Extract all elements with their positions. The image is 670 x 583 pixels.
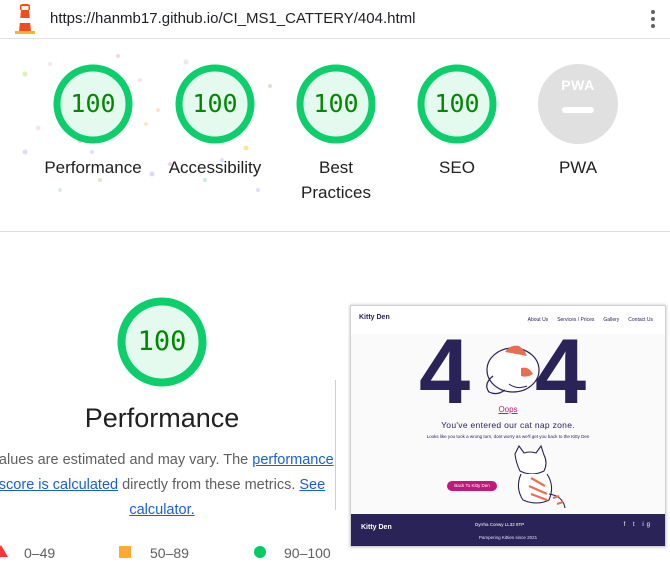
category-label: Performance: [44, 158, 142, 177]
score-gauge: 100: [417, 64, 497, 144]
report-header: https://hanmb17.github.io/CI_MS1_CATTERY…: [0, 0, 670, 39]
screenshot-back-button: Back To Kitty Den: [447, 481, 497, 491]
screenshot-footer: Kitty Den Dyrrha Conwy LL32 8TP f t ig P…: [351, 514, 665, 546]
waving-cat-illustration: [514, 444, 566, 509]
legend-pass: 90–100: [284, 545, 331, 561]
performance-title: Performance: [84, 403, 240, 433]
pwa-badge: PWA: [538, 64, 618, 144]
performance-description: Values are estimated and may vary. The p…: [0, 448, 336, 523]
score-gauge: 100: [296, 64, 376, 144]
screenshot-logo: Kitty Den: [359, 314, 390, 321]
pwa-dash-icon: [562, 107, 594, 113]
more-vert-icon[interactable]: [650, 10, 656, 28]
performance-score-gauge: 100: [117, 297, 207, 387]
fail-triangle-icon: [0, 545, 8, 557]
category-label: PWA: [558, 158, 598, 177]
screenshot-oops: Oops: [498, 405, 518, 414]
performance-score-value: 100: [137, 326, 187, 357]
screenshot-footer-address: Dyrrha Conwy LL32 8TP: [475, 522, 525, 527]
screenshot-nav-item: Gallery: [603, 317, 620, 323]
category-label: Accessibility: [168, 158, 262, 177]
category-label: Best Practices: [301, 158, 371, 202]
legend-fail: 0–49: [24, 545, 56, 561]
lighthouse-icon[interactable]: [12, 4, 38, 34]
legend-average: 50–89: [150, 545, 189, 561]
score-value: 100: [70, 89, 116, 118]
screenshot-subtext: Looks like you took a wrong turn, dont w…: [426, 434, 590, 439]
score-value: 100: [192, 89, 238, 118]
report-url[interactable]: https://hanmb17.github.io/CI_MS1_CATTERY…: [50, 10, 415, 27]
score-gauge: 100: [175, 64, 255, 144]
score-value: 100: [434, 89, 480, 118]
category-label: SEO: [439, 158, 475, 177]
score-value: 100: [313, 89, 359, 118]
pwa-badge-text: PWA: [561, 77, 595, 93]
average-square-icon: [119, 546, 131, 558]
screenshot-nav-item: Contact Us: [628, 317, 653, 323]
desc-text: Values are estimated and may vary. The: [0, 452, 253, 468]
final-screenshot[interactable]: Kitty Den About Us Services / Prices Galle…: [350, 305, 666, 547]
pass-circle-icon: [254, 546, 266, 558]
desc-text: directly from these metrics.: [118, 477, 300, 493]
score-gauge: 100: [53, 64, 133, 144]
section-divider: [0, 231, 670, 232]
screenshot-social-icons: f t ig: [623, 522, 653, 528]
vertical-divider: [335, 380, 336, 510]
screenshot-footer-logo: Kitty Den: [361, 524, 392, 531]
screenshot-headline: You've entered our cat nap zone.: [441, 420, 575, 430]
screenshot-footer-copy: Pampering Kitties since 2021: [478, 535, 538, 540]
screenshot-navbar: Kitty Den About Us Services / Prices Galle…: [351, 306, 665, 334]
